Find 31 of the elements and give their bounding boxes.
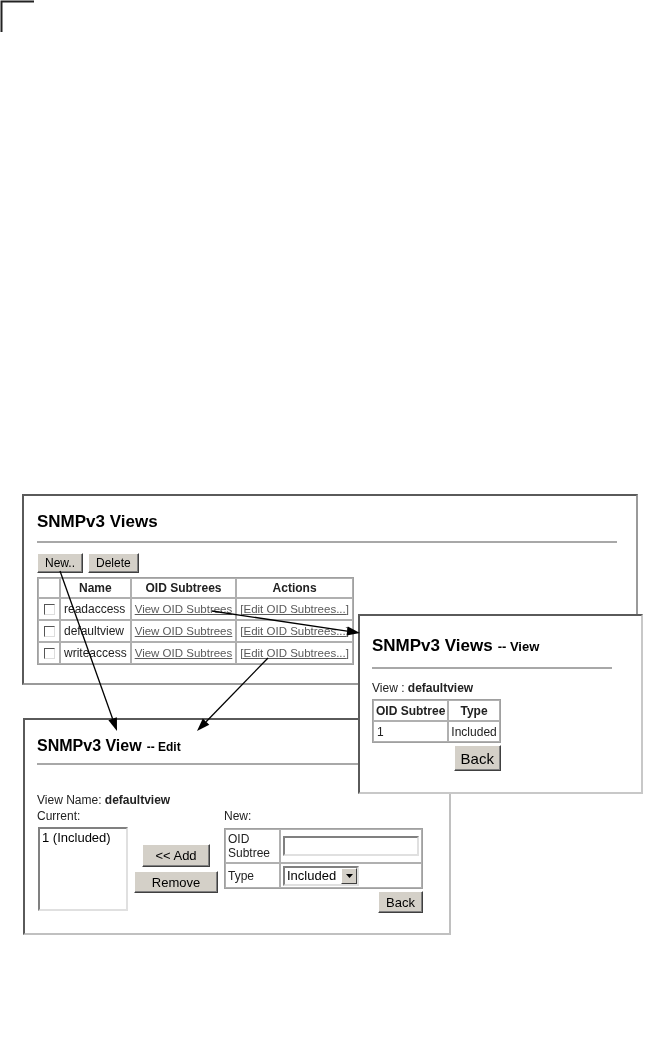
column-header: OID Subtrees xyxy=(130,578,237,598)
current-listbox[interactable]: 1 (Included) xyxy=(38,827,128,911)
add-button[interactable]: << Add xyxy=(142,844,210,867)
remove-button[interactable]: Remove xyxy=(134,871,218,893)
panel-title: SNMPv3 View xyxy=(37,737,142,755)
checkbox[interactable] xyxy=(43,626,55,638)
type-select[interactable]: Included xyxy=(283,865,359,886)
checkbox[interactable] xyxy=(43,604,55,616)
view-name-label: View Name: defaultview xyxy=(37,793,171,807)
new-label: New: xyxy=(224,809,252,823)
view-name-label: View : defaultview xyxy=(372,681,474,695)
field-label: OID Subtree xyxy=(225,829,280,863)
new-button[interactable]: New.. xyxy=(37,553,83,573)
checkbox[interactable] xyxy=(43,648,55,660)
table-cell: 1 xyxy=(373,721,449,742)
panel-title: SNMPv3 Views xyxy=(37,512,158,532)
column-header: Actions xyxy=(236,578,353,598)
back-button[interactable]: Back xyxy=(453,745,501,771)
back-button[interactable]: Back xyxy=(378,891,423,913)
column-header: Name xyxy=(60,578,131,598)
field-label: Type xyxy=(225,863,280,888)
delete-button[interactable]: Delete xyxy=(88,553,139,573)
panel-subtitle: -- Edit xyxy=(146,739,181,756)
oid-subtree-input[interactable] xyxy=(283,836,419,856)
column-header: OID Subtree xyxy=(373,700,449,721)
table-cell: Included xyxy=(448,721,500,742)
panel-title: SNMPv3 Views xyxy=(372,636,493,656)
panel-subtitle: -- View xyxy=(497,638,540,656)
current-label: Current: xyxy=(37,809,81,823)
column-header: Type xyxy=(448,700,500,721)
crop-mark-icon xyxy=(0,0,34,32)
